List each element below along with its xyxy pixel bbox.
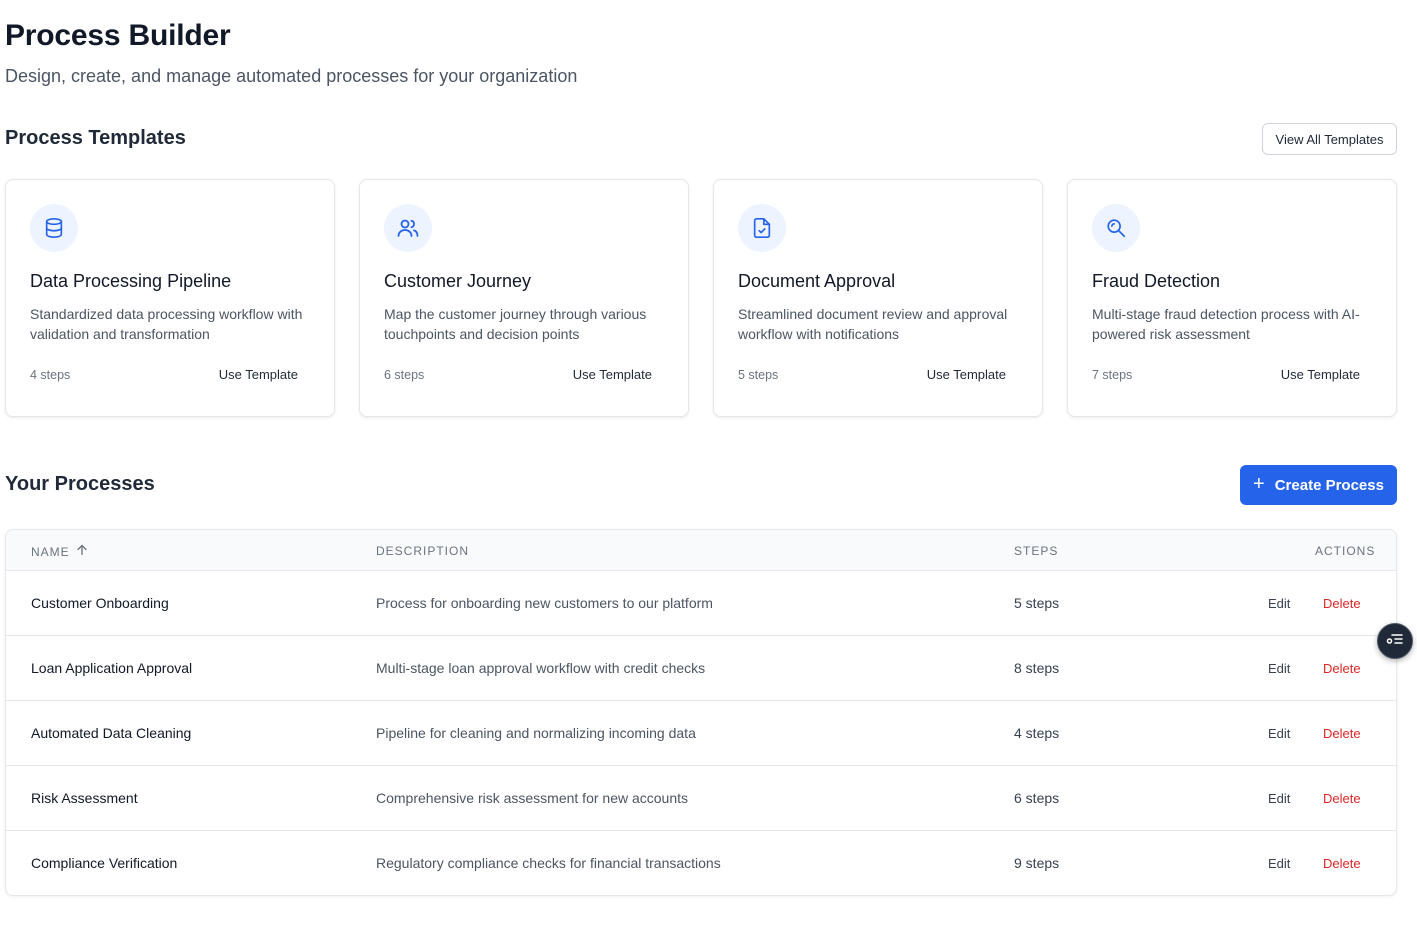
process-name: Risk Assessment [31, 790, 138, 806]
process-description: Process for onboarding new customers to … [376, 595, 713, 611]
delete-button[interactable]: Delete [1323, 661, 1361, 676]
column-steps-header: Steps [1014, 544, 1059, 558]
delete-button[interactable]: Delete [1323, 856, 1361, 871]
view-all-templates-button[interactable]: View All Templates [1262, 123, 1397, 155]
sort-ascending-icon [76, 544, 88, 559]
table-row: Automated Data Cleaning Pipeline for cle… [6, 701, 1396, 766]
process-steps: 5 steps [1014, 595, 1060, 611]
users-icon [384, 204, 432, 252]
database-icon [30, 204, 78, 252]
table-row: Customer Onboarding Process for onboardi… [6, 571, 1396, 636]
delete-button[interactable]: Delete [1323, 726, 1361, 741]
delete-button[interactable]: Delete [1323, 791, 1361, 806]
template-title: Data Processing Pipeline [30, 271, 232, 291]
process-steps: 6 steps [1014, 790, 1060, 806]
edit-button[interactable]: Edit [1268, 661, 1290, 676]
use-template-button[interactable]: Use Template [1281, 367, 1360, 382]
delete-button[interactable]: Delete [1323, 596, 1361, 611]
template-description: Map the customer journey through various… [384, 306, 647, 342]
process-description: Regulatory compliance checks for financi… [376, 855, 721, 871]
table-header: Name Description Steps Actions [6, 530, 1396, 571]
template-description: Streamlined document review and approval… [738, 306, 1008, 342]
use-template-button[interactable]: Use Template [573, 367, 652, 382]
process-description: Pipeline for cleaning and normalizing in… [376, 725, 696, 741]
templates-section-title: Process Templates [5, 127, 186, 149]
processes-section-title: Your Processes [5, 473, 155, 495]
column-actions-header: Actions [1315, 544, 1376, 558]
create-process-label: Create Process [1274, 476, 1384, 494]
template-description: Standardized data processing workflow wi… [30, 306, 303, 342]
template-card: Document Approval Streamlined document r… [713, 179, 1043, 417]
process-name: Compliance Verification [31, 855, 178, 871]
column-name-label: Name [31, 544, 70, 559]
template-card: Fraud Detection Multi-stage fraud detect… [1067, 179, 1397, 417]
edit-button[interactable]: Edit [1268, 791, 1290, 806]
template-card: Data Processing Pipeline Standardized da… [5, 179, 335, 417]
floating-toggle-button[interactable] [1377, 623, 1413, 659]
template-card: Customer Journey Map the customer journe… [359, 179, 689, 417]
process-steps: 9 steps [1014, 855, 1060, 871]
search-icon [1092, 204, 1140, 252]
template-title: Fraud Detection [1092, 271, 1221, 291]
edit-button[interactable]: Edit [1268, 596, 1290, 611]
process-name: Automated Data Cleaning [31, 725, 192, 741]
column-name-header[interactable]: Name [31, 544, 88, 559]
template-steps: 6 steps [384, 368, 425, 382]
template-title: Document Approval [738, 271, 896, 291]
use-template-button[interactable]: Use Template [219, 367, 298, 382]
toggle-list-icon [1386, 632, 1404, 651]
template-title: Customer Journey [384, 271, 532, 291]
column-description-header: Description [376, 544, 470, 558]
table-row: Compliance Verification Regulatory compl… [6, 831, 1396, 895]
table-row: Risk Assessment Comprehensive risk asses… [6, 766, 1396, 831]
process-name: Loan Application Approval [31, 660, 193, 676]
process-description: Comprehensive risk assessment for new ac… [376, 790, 689, 806]
template-steps: 7 steps [1092, 368, 1133, 382]
process-steps: 4 steps [1014, 725, 1060, 741]
template-cards: Data Processing Pipeline Standardized da… [5, 179, 1397, 417]
process-steps: 8 steps [1014, 660, 1060, 676]
process-name: Customer Onboarding [31, 595, 169, 611]
processes-table: Name Description Steps Actions Customer … [5, 529, 1397, 896]
file-check-icon [738, 204, 786, 252]
use-template-button[interactable]: Use Template [927, 367, 1006, 382]
page-subtitle: Design, create, and manage automated pro… [5, 66, 578, 86]
create-process-button[interactable]: + Create Process [1240, 465, 1397, 505]
template-description: Multi-stage fraud detection process with… [1092, 306, 1360, 342]
template-steps: 4 steps [30, 368, 71, 382]
edit-button[interactable]: Edit [1268, 726, 1290, 741]
page-title: Process Builder [5, 19, 231, 52]
edit-button[interactable]: Edit [1268, 856, 1290, 871]
process-description: Multi-stage loan approval workflow with … [376, 660, 706, 676]
template-steps: 5 steps [738, 368, 779, 382]
plus-icon: + [1253, 473, 1265, 495]
table-row: Loan Application Approval Multi-stage lo… [6, 636, 1396, 701]
